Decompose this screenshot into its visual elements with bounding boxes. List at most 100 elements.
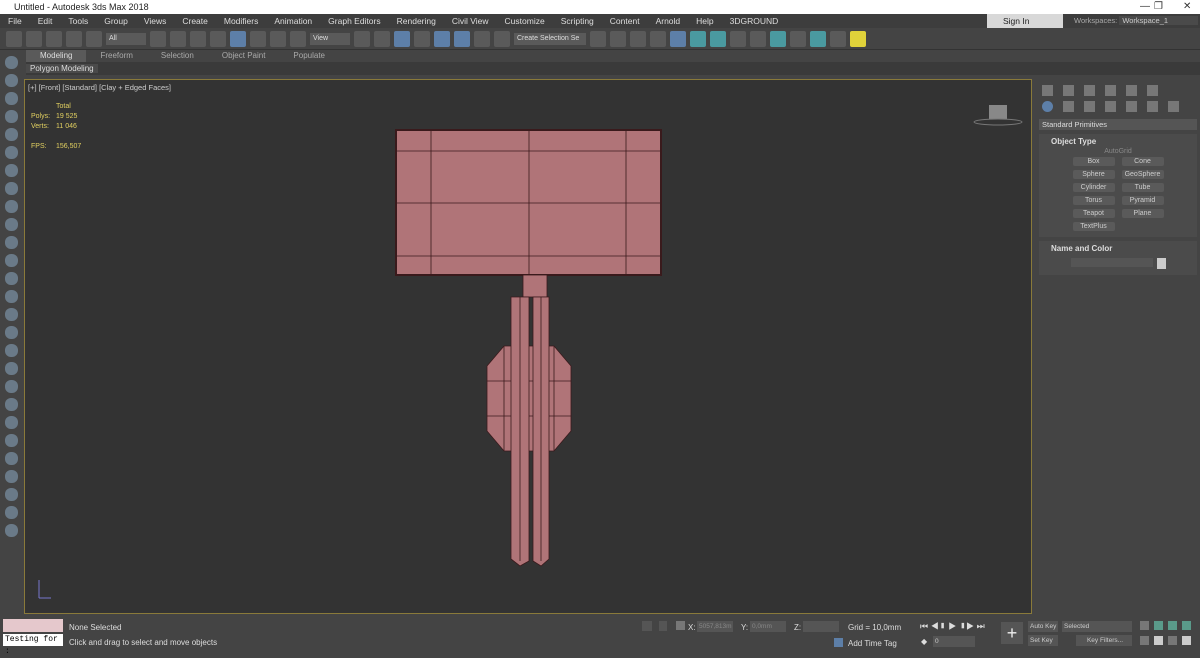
z-coordinate-field[interactable]	[803, 621, 839, 632]
play-icon[interactable]: ▶	[948, 621, 956, 631]
bind-space-warp-icon[interactable]	[86, 30, 102, 47]
space-warp-icon[interactable]	[4, 326, 18, 339]
zoom-all-icon[interactable]	[1154, 621, 1163, 630]
globe-icon[interactable]	[4, 380, 18, 393]
menu-animation[interactable]: Animation	[266, 16, 320, 26]
go-to-end-icon[interactable]: ⏭	[977, 621, 985, 631]
document-icon[interactable]	[4, 506, 18, 519]
field-of-view-icon[interactable]	[1140, 636, 1149, 645]
schematic-view-icon[interactable]	[710, 30, 726, 47]
select-scale-icon[interactable]	[270, 30, 286, 47]
edit-named-selection-icon[interactable]	[494, 30, 510, 47]
list-icon[interactable]	[4, 92, 18, 105]
link-icon[interactable]	[46, 30, 62, 47]
spinner-snap-icon[interactable]	[474, 30, 490, 47]
primitive-type-dropdown[interactable]: Standard Primitives	[1039, 119, 1197, 130]
workspaces-selector[interactable]: Workspaces: Workspace_1	[1068, 14, 1200, 28]
sign-in-button[interactable]: Sign In	[987, 14, 1063, 28]
systems-icon[interactable]	[1168, 101, 1179, 112]
render-production-icon[interactable]	[790, 30, 806, 47]
menu-edit[interactable]: Edit	[30, 16, 61, 26]
key-filters-button[interactable]: Key Filters...	[1076, 635, 1132, 646]
motion-tab-icon[interactable]	[1105, 85, 1116, 96]
object-type-header[interactable]: Object Type	[1039, 137, 1197, 146]
menu-tools[interactable]: Tools	[60, 16, 96, 26]
menu-help[interactable]: Help	[688, 16, 721, 26]
object-color-swatch[interactable]	[1157, 258, 1166, 269]
pivot-center-icon[interactable]	[354, 30, 370, 47]
select-by-name-icon[interactable]	[170, 30, 186, 47]
hammer-head[interactable]	[395, 129, 662, 276]
select-move-icon[interactable]	[230, 30, 246, 47]
pan-icon[interactable]	[1154, 636, 1163, 645]
model-wireframe[interactable]	[25, 80, 1033, 615]
helpers-icon[interactable]	[1126, 101, 1137, 112]
material-icon[interactable]	[4, 434, 18, 447]
space-warps-icon[interactable]	[1147, 101, 1158, 112]
align-icon[interactable]	[610, 30, 626, 47]
set-key-plus-icon[interactable]: +	[1001, 622, 1023, 644]
zoom-extents-all-icon[interactable]	[1182, 621, 1191, 630]
sphere-icon[interactable]	[4, 218, 18, 231]
display-tab-icon[interactable]	[1126, 85, 1137, 96]
y-coordinate-field[interactable]: 0,0mm	[750, 621, 786, 632]
torus-button[interactable]: Torus	[1072, 196, 1115, 205]
key-mode-dropdown[interactable]: Selected	[1062, 621, 1132, 632]
menu-scripting[interactable]: Scripting	[553, 16, 602, 26]
selection-filter-dropdown[interactable]: All	[106, 32, 146, 45]
autogrid-checkbox[interactable]: AutoGrid	[1039, 148, 1197, 155]
tab-selection[interactable]: Selection	[147, 50, 208, 62]
script-icon[interactable]	[4, 488, 18, 501]
utilities-tab-icon[interactable]	[1147, 85, 1158, 96]
tab-modeling[interactable]: Modeling	[26, 50, 87, 62]
menu-customize[interactable]: Customize	[497, 16, 553, 26]
zoom-extents-icon[interactable]	[1168, 621, 1177, 630]
menu-modifiers[interactable]: Modifiers	[216, 16, 266, 26]
keyboard-shortcut-override-icon[interactable]	[394, 30, 410, 47]
select-object-icon[interactable]	[150, 30, 166, 47]
plane-button[interactable]: Plane	[1121, 209, 1164, 218]
cone-icon[interactable]	[4, 272, 18, 285]
sun-icon[interactable]	[4, 290, 18, 303]
snaps-toggle-icon[interactable]	[414, 30, 430, 47]
sound-icon[interactable]	[4, 164, 18, 177]
workspaces-value[interactable]: Workspace_1	[1119, 16, 1199, 25]
redo-icon[interactable]	[26, 30, 42, 47]
maxscript-input[interactable]: Testing for :	[3, 634, 63, 656]
maxscript-listener[interactable]	[3, 619, 63, 632]
polygon-modeling-panel[interactable]: Polygon Modeling	[26, 64, 98, 73]
modify-tab-icon[interactable]	[1063, 85, 1074, 96]
teapot-button[interactable]: Teapot	[1072, 209, 1115, 218]
tab-populate[interactable]: Populate	[279, 50, 339, 62]
current-frame-field[interactable]: 0	[933, 636, 975, 647]
time-config-icon[interactable]: ◆	[921, 637, 927, 646]
maximize-viewport-icon[interactable]	[1182, 636, 1191, 645]
select-place-icon[interactable]	[290, 30, 306, 47]
next-frame-icon[interactable]: ▮▶	[959, 621, 974, 631]
walk-icon[interactable]	[4, 416, 18, 429]
menu-arnold[interactable]: Arnold	[648, 16, 689, 26]
geosphere-button[interactable]: GeoSphere	[1121, 170, 1164, 179]
rendered-frame-window-icon[interactable]	[770, 30, 786, 47]
help-icon[interactable]	[4, 524, 18, 537]
camera-icon[interactable]	[4, 146, 18, 159]
previous-frame-icon[interactable]: ◀▮	[931, 621, 946, 631]
toggle-ribbon-icon[interactable]	[670, 30, 686, 47]
maximize-button[interactable]: ❐	[1154, 0, 1163, 14]
box-icon[interactable]	[4, 200, 18, 213]
cylinder-button[interactable]: Cylinder	[1072, 183, 1115, 192]
mirror-icon[interactable]	[590, 30, 606, 47]
reference-coordinate-dropdown[interactable]: View	[310, 32, 350, 45]
grid-icon[interactable]	[4, 110, 18, 123]
close-button[interactable]: ✕	[1183, 0, 1191, 14]
layer-explorer-icon[interactable]	[650, 30, 666, 47]
circle-icon[interactable]	[4, 236, 18, 249]
plant-icon[interactable]	[4, 398, 18, 411]
box-button[interactable]: Box	[1072, 157, 1115, 166]
isolate-selection-icon[interactable]	[642, 621, 652, 631]
shapes-icon[interactable]	[1063, 101, 1074, 112]
unlink-icon[interactable]	[66, 30, 82, 47]
minimize-button[interactable]: —	[1140, 0, 1150, 14]
scene-icon[interactable]	[4, 470, 18, 483]
tab-freeform[interactable]: Freeform	[86, 50, 146, 62]
